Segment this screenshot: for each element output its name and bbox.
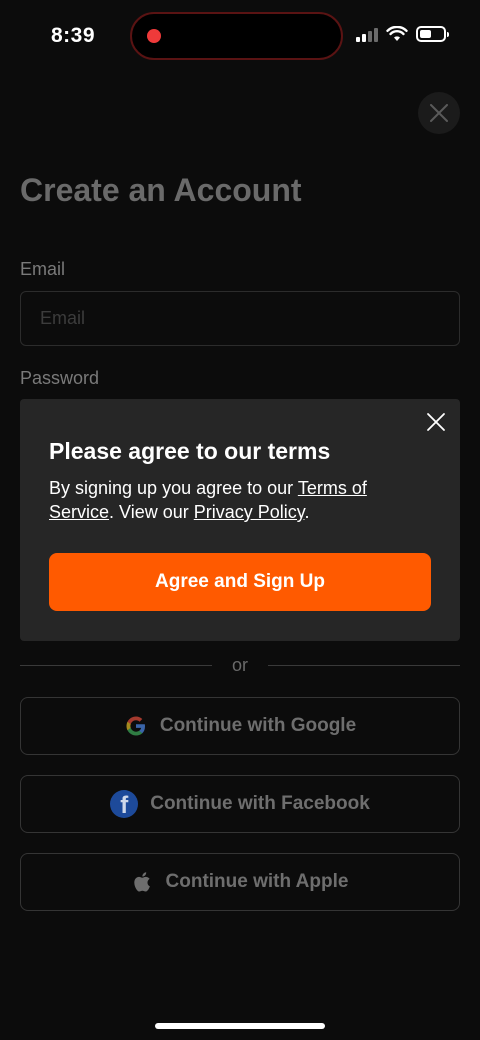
modal-title: Please agree to our terms xyxy=(49,438,331,464)
page-title: Create an Account xyxy=(20,172,302,208)
home-indicator[interactable] xyxy=(155,1023,325,1029)
close-icon xyxy=(430,104,448,122)
facebook-button-label: Continue with Facebook xyxy=(150,793,370,814)
close-icon[interactable] xyxy=(426,412,446,432)
divider-left xyxy=(20,665,212,666)
privacy-policy-link[interactable]: Privacy Policy xyxy=(194,502,305,522)
modal-body-middle: . View our xyxy=(109,502,194,522)
email-field[interactable]: Email xyxy=(20,291,460,346)
modal-body-suffix: . xyxy=(304,502,310,522)
signup-screen: 8:39 Create an Account Email Email Passw… xyxy=(0,0,480,1040)
terms-modal: Please agree to our terms By signing up … xyxy=(20,399,460,641)
apple-icon xyxy=(133,872,150,892)
facebook-icon: f xyxy=(110,790,139,818)
divider-right xyxy=(268,665,460,666)
agree-and-sign-up-button[interactable]: Agree and Sign Up xyxy=(49,553,431,611)
divider-text: or xyxy=(231,655,248,675)
continue-with-google-button[interactable]: Continue with Google xyxy=(20,697,460,755)
continue-with-facebook-button[interactable]: f Continue with Facebook xyxy=(20,775,460,833)
google-icon xyxy=(126,716,145,736)
google-button-label: Continue with Google xyxy=(159,715,357,736)
page-close-button[interactable] xyxy=(418,92,460,134)
password-label: Password xyxy=(20,368,100,388)
email-placeholder: Email xyxy=(40,308,86,328)
modal-body: By signing up you agree to our Terms of … xyxy=(49,476,409,524)
apple-button-label: Continue with Apple xyxy=(165,871,349,892)
email-label: Email xyxy=(20,259,66,279)
modal-body-prefix: By signing up you agree to our xyxy=(49,478,298,498)
continue-with-apple-button[interactable]: Continue with Apple xyxy=(20,853,460,911)
